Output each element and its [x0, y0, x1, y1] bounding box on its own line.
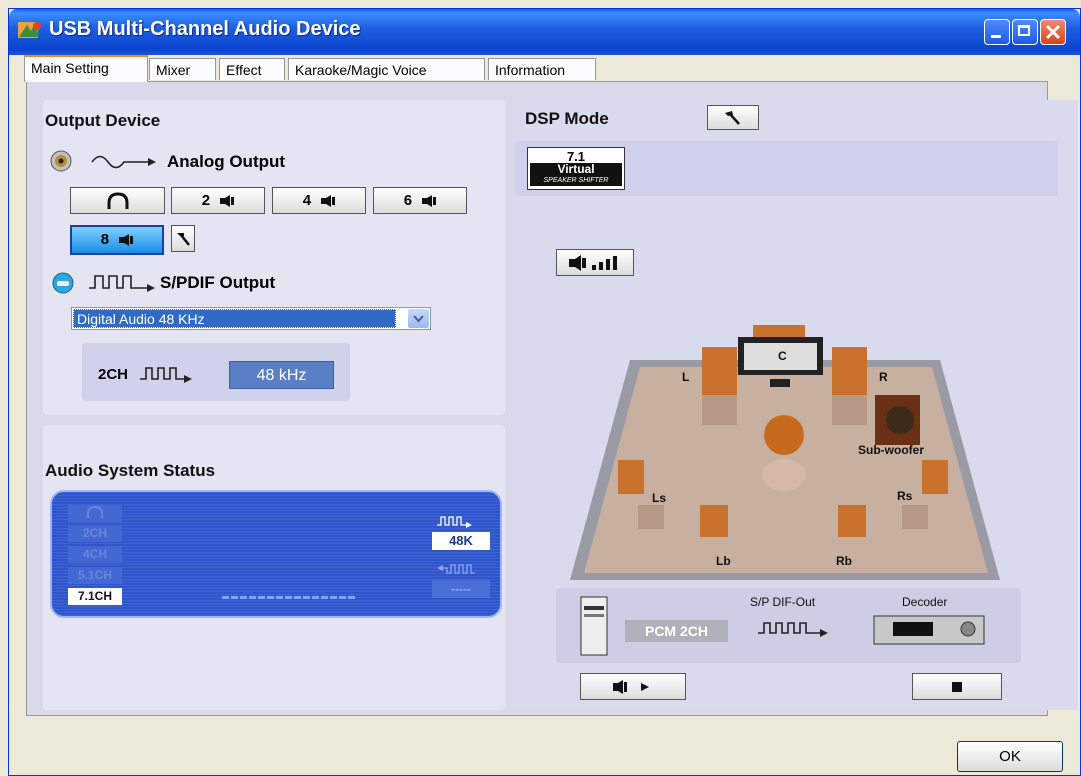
dsp-settings-button[interactable] [707, 105, 759, 130]
maximize-button[interactable] [1012, 19, 1038, 45]
spdif-icon [52, 272, 74, 294]
close-button[interactable] [1040, 19, 1066, 45]
2ch-button-label: 2 [201, 192, 211, 209]
8ch-button-label: 8 [100, 231, 110, 248]
spdif-format-select[interactable]: Digital Audio 48 KHz [71, 307, 431, 330]
decoder-icon [873, 615, 985, 645]
spdif-out-label: S/P DIF-Out [750, 595, 816, 609]
decoder-label: Decoder [902, 595, 948, 609]
speaker-left-label: L [682, 370, 690, 384]
speaker-rs-label: Rs [897, 489, 913, 503]
tab-information[interactable]: Information [488, 58, 596, 80]
8ch-button[interactable]: 8 [70, 225, 164, 255]
dsp-mode-title: DSP Mode [525, 109, 609, 128]
digital-out-icon [437, 516, 472, 528]
speaker-ls-label: Ls [652, 491, 667, 505]
speaker-level-button[interactable] [556, 249, 634, 276]
minimize-button[interactable] [984, 19, 1010, 45]
speaker-center-label: C [778, 349, 787, 363]
virtual-speaker-button[interactable]: 7.1 Virtual SPEAKER SHIFTER [527, 147, 625, 190]
analog-wave-icon [91, 155, 156, 169]
test-play-button[interactable] [580, 673, 686, 700]
spdif-rate-display: 48 kHz [229, 361, 334, 389]
analog-output-label: Analog Output [167, 152, 286, 171]
tab-mixer[interactable]: Mixer [149, 58, 216, 80]
hammer-icon [725, 111, 740, 125]
status-5-1ch: 5.1CH [68, 567, 122, 584]
headphones-icon [87, 505, 103, 518]
chevron-down-icon [413, 315, 424, 323]
dropdown-arrow[interactable] [408, 309, 429, 328]
play-icon [613, 680, 649, 694]
speaker-rb-label: Rb [836, 554, 852, 568]
virtual-mid: Virtual [530, 163, 622, 176]
headphones-button[interactable] [70, 187, 165, 214]
status-display: 2CH 4CH 5.1CH 7.1CH 48K ----- [50, 490, 502, 618]
speaker-lb-label: Lb [716, 554, 731, 568]
status-headphones [68, 505, 122, 522]
speaker-icon [119, 234, 134, 247]
speaker-right-label: R [879, 370, 888, 384]
status-input-rate: ----- [432, 580, 490, 598]
ok-button[interactable]: OK [957, 741, 1063, 772]
hammer-icon [177, 233, 190, 246]
tab-effect[interactable]: Effect [219, 58, 285, 80]
digital-wave-icon [758, 622, 828, 637]
digital-wave-icon [140, 367, 192, 383]
speaker-room [570, 325, 1000, 580]
title-bar: USB Multi-Channel Audio Device [9, 9, 1080, 55]
speaker-level-icon [569, 255, 617, 271]
app-icon [18, 22, 41, 38]
6ch-button-label: 6 [403, 192, 413, 209]
virtual-bottom: SPEAKER SHIFTER [530, 176, 622, 186]
spdif-channel-label: 2CH [98, 366, 129, 383]
computer-icon [580, 596, 608, 656]
speaker-icon [321, 195, 336, 208]
output-device-title: Output Device [45, 111, 161, 130]
headphones-icon [107, 192, 128, 209]
status-rate: 48K [432, 532, 490, 550]
channel-settings-button[interactable] [171, 225, 195, 252]
status-2ch: 2CH [68, 525, 122, 542]
6ch-button[interactable]: 6 [373, 187, 467, 214]
tab-karaoke[interactable]: Karaoke/Magic Voice [288, 58, 485, 80]
status-4ch: 4CH [68, 546, 122, 563]
speaker-icon [422, 195, 437, 208]
2ch-button[interactable]: 2 [171, 187, 265, 214]
status-7-1ch: 7.1CH [68, 588, 122, 605]
speaker-icon [50, 150, 72, 172]
tab-main-setting[interactable]: Main Setting [24, 55, 148, 82]
speaker-icon [220, 195, 235, 208]
digital-wave-icon [89, 275, 155, 292]
pcm-display: PCM 2CH [625, 620, 728, 642]
stop-button[interactable] [912, 673, 1002, 700]
4ch-button[interactable]: 4 [272, 187, 366, 214]
close-icon [1045, 24, 1061, 40]
4ch-button-label: 4 [302, 192, 312, 209]
spdif-output-label: S/PDIF Output [160, 273, 276, 292]
spdif-format-value: Digital Audio 48 KHz [73, 309, 396, 328]
audio-status-title: Audio System Status [45, 461, 216, 480]
subwoofer-label: Sub-woofer [858, 443, 924, 457]
level-meter [222, 596, 356, 599]
window-title: USB Multi-Channel Audio Device [49, 18, 361, 40]
digital-in-icon [437, 564, 475, 574]
stop-icon [952, 682, 962, 692]
